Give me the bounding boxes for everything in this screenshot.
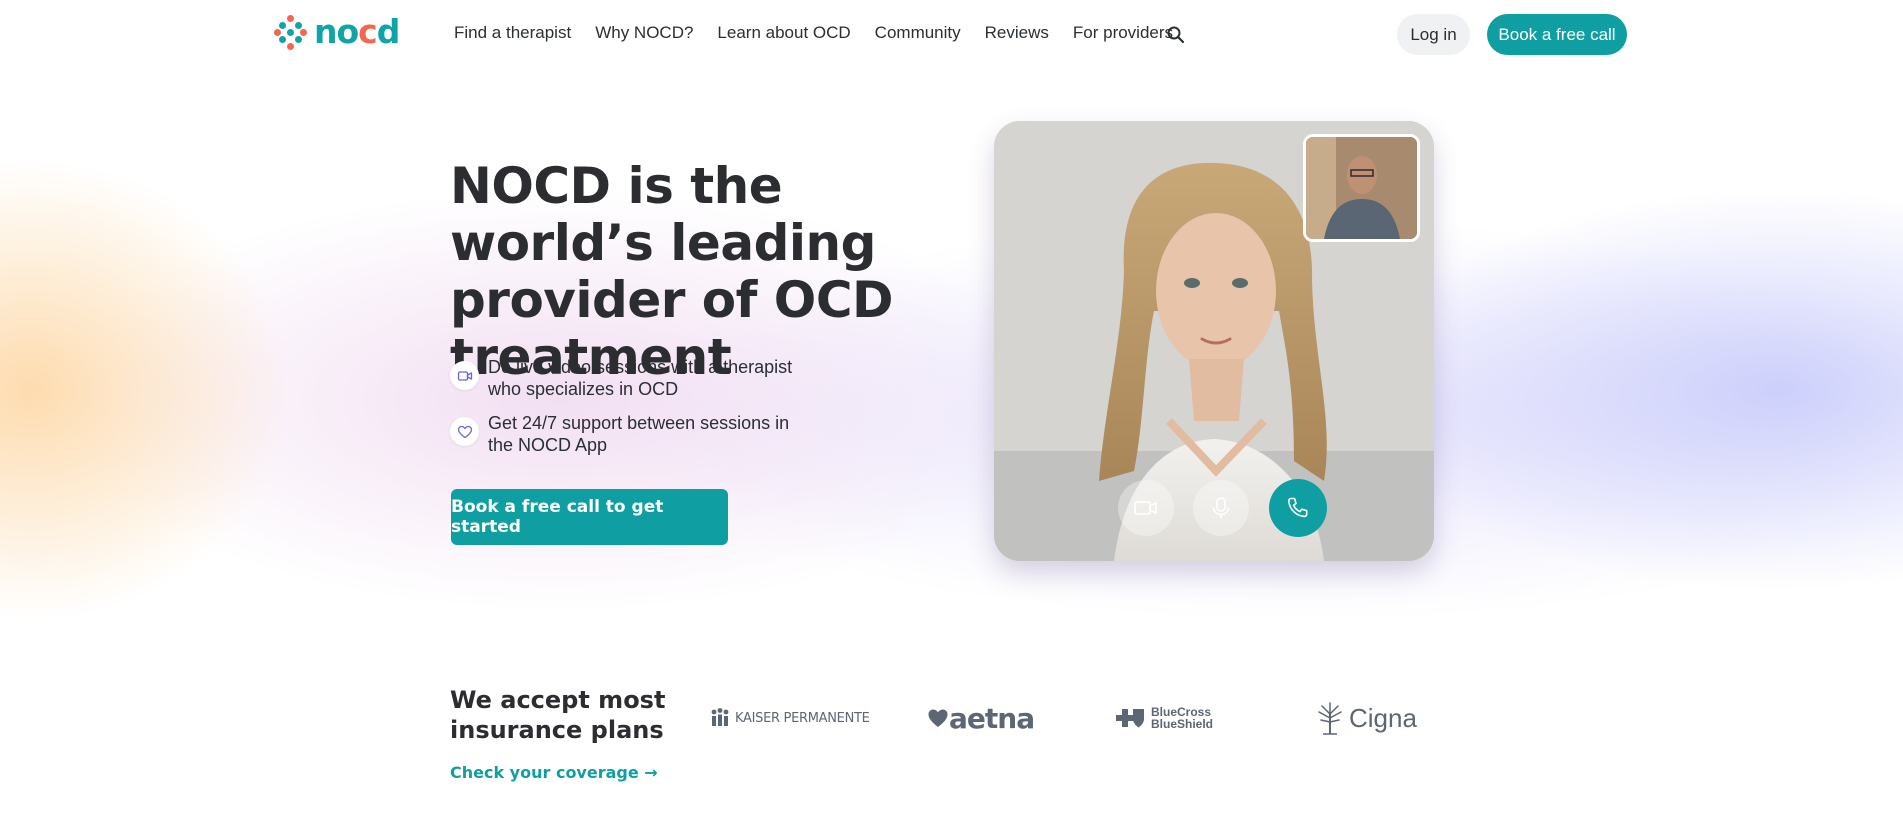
site-header: nocd Find a therapist Why NOCD? Learn ab… [0, 0, 1903, 70]
camera-icon [1134, 501, 1157, 515]
search-icon[interactable] [1166, 25, 1186, 45]
check-coverage-link[interactable]: Check your coverage → [450, 763, 658, 782]
therapist-thumbnail [1303, 134, 1420, 242]
logo-mark-icon [274, 15, 308, 50]
cross-shield-icon [1116, 709, 1144, 728]
microphone-icon [1212, 497, 1230, 519]
aetna-logo: aetna [927, 700, 1035, 736]
login-button[interactable]: Log in [1397, 14, 1470, 55]
logo-wordmark: nocd [314, 12, 400, 51]
main-nav: Find a therapist Why NOCD? Learn about O… [454, 23, 1173, 43]
feature-bullet-support: Get 24/7 support between sessions in the… [450, 412, 818, 456]
cigna-logo: Cigna [1315, 700, 1417, 736]
bluecross-blueshield-logo: BlueCross BlueShield [1115, 700, 1219, 736]
kaiser-symbol-icon [711, 708, 729, 726]
feature-bullet-video: Do live video sessions with a therapist … [450, 356, 818, 400]
hero-title: NOCD is the world’s leading provider of … [450, 157, 894, 386]
phone-icon [1287, 497, 1308, 518]
heart-icon [928, 709, 948, 727]
microphone-toggle-button[interactable] [1193, 480, 1249, 536]
video-camera-icon [450, 361, 479, 390]
bcbs-wordmark: BlueCross BlueShield [1151, 705, 1214, 731]
camera-toggle-button[interactable] [1118, 480, 1174, 536]
nav-why-nocd[interactable]: Why NOCD? [595, 23, 693, 43]
aetna-wordmark: aetna [949, 701, 1035, 735]
nav-for-providers[interactable]: For providers [1073, 23, 1173, 43]
heart-icon [450, 417, 479, 446]
book-free-call-button[interactable]: Book a free call [1487, 14, 1627, 55]
hero-cta-button[interactable]: Book a free call to get started [451, 489, 728, 545]
cigna-wordmark: Cigna [1349, 702, 1417, 733]
insurance-title: We accept most insurance plans [450, 686, 666, 744]
tree-icon [1318, 702, 1342, 735]
nav-community[interactable]: Community [875, 23, 961, 43]
kaiser-wordmark: KAISER PERMANENTE [735, 710, 870, 726]
nav-find-therapist[interactable]: Find a therapist [454, 23, 571, 43]
end-call-button[interactable] [1269, 479, 1327, 537]
nav-reviews[interactable]: Reviews [985, 23, 1049, 43]
kaiser-permanente-logo: KAISER PERMANENTE [709, 700, 870, 736]
nocd-logo[interactable]: nocd [274, 12, 400, 51]
feature-bullet-text: Get 24/7 support between sessions in the… [488, 413, 790, 455]
nav-learn-about-ocd[interactable]: Learn about OCD [717, 23, 850, 43]
feature-bullet-text: Do live video sessions with a therapist … [488, 357, 793, 399]
